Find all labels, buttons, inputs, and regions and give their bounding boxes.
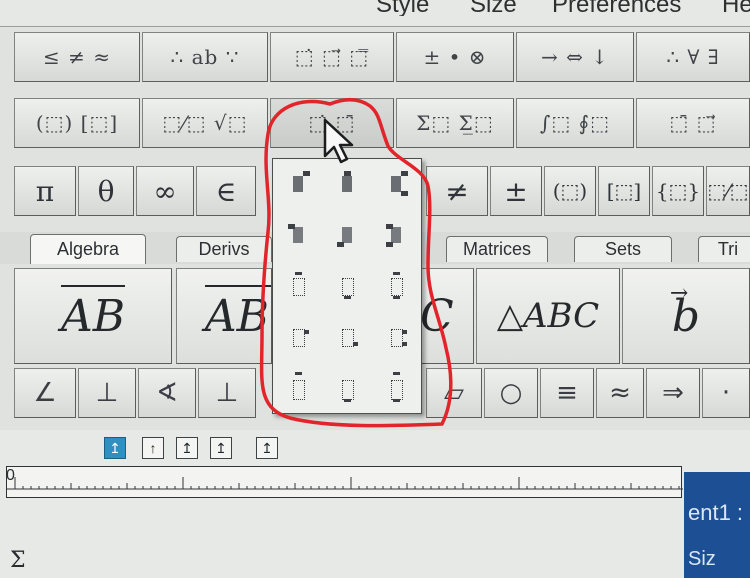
perpendicular-angle-button[interactable]: ⊥ <box>78 368 136 418</box>
fractions-radicals-palette-button[interactable]: ⬚⁄⬚ √⬚ <box>142 98 268 148</box>
template-box-under-1[interactable] <box>273 362 322 413</box>
template-dot-upper-center[interactable] <box>322 159 371 210</box>
vector-ab-template-button[interactable]: AB <box>14 268 172 364</box>
parallelogram-symbol-button[interactable]: ▱ <box>426 368 482 418</box>
brackets-template-button[interactable]: [⬚] <box>598 166 650 216</box>
angle-symbol-button[interactable]: ∠ <box>14 368 76 418</box>
menu-size[interactable]: Size <box>470 0 517 16</box>
tab-trig[interactable]: Tri <box>698 236 750 262</box>
infinity-symbol-button[interactable]: ∞ <box>136 166 194 216</box>
arrows-palette-button[interactable]: → ⇔ ↓ <box>516 32 634 82</box>
template-dot-mid-left[interactable] <box>273 210 322 261</box>
triangle-abc-template-button[interactable]: △ABC <box>476 268 620 364</box>
right-arrow-icon: → <box>669 280 689 306</box>
menu-style[interactable]: Style <box>376 0 429 16</box>
template-box-under-2[interactable] <box>322 362 371 413</box>
vector-ab-left-glyph: AB <box>204 284 271 342</box>
vector-ab-left-label: AB <box>204 290 269 342</box>
vector-b-glyph: → b <box>670 281 700 342</box>
theta-symbol-button[interactable]: θ <box>78 166 134 216</box>
spaces-ellipses-palette-button[interactable]: ∴ ab ∵ <box>142 32 268 82</box>
template-box-lower-double[interactable] <box>372 311 421 362</box>
template-box-outline-3[interactable] <box>372 261 421 312</box>
tab-sets[interactable]: Sets <box>574 236 672 262</box>
measured-angle-button[interactable]: ∢ <box>138 368 196 418</box>
menu-bar: Style Size Preferences He <box>0 0 750 27</box>
fences-palette-button[interactable]: (⬚) [⬚] <box>14 98 140 148</box>
braces-template-button[interactable]: {⬚} <box>652 166 704 216</box>
tab-derivs[interactable]: Derivs <box>176 236 272 262</box>
tab-algebra[interactable]: Algebra <box>30 234 146 264</box>
plus-minus-symbol-button[interactable]: ± <box>490 166 542 216</box>
circle-symbol-button[interactable]: ○ <box>484 368 538 418</box>
align-button-5[interactable]: ↥ <box>256 437 278 459</box>
ruler-zero-label: 0 <box>6 467 15 484</box>
template-dot-mid-center[interactable] <box>322 210 371 261</box>
vector-b-template-button[interactable]: → b <box>622 268 750 364</box>
template-dot-mid-double[interactable] <box>372 210 421 261</box>
congruent-symbol-button[interactable]: ≡ <box>540 368 594 418</box>
document-title: ent1 : <box>688 500 744 525</box>
arc-c-label: C <box>420 290 454 342</box>
template-box-lower-center[interactable] <box>322 311 371 362</box>
perpendicular-symbol-button[interactable]: ⊥ <box>198 368 256 418</box>
vector-ab-left-template-button[interactable]: AB <box>176 268 272 364</box>
pi-symbol-button[interactable]: π <box>14 166 76 216</box>
vector-ab-label: AB <box>60 290 126 342</box>
parentheses-template-button[interactable]: (⬚) <box>544 166 596 216</box>
align-button-4[interactable]: ↥ <box>210 437 232 459</box>
align-button-2[interactable]: ↑ <box>142 437 164 459</box>
menu-preferences[interactable]: Preferences <box>552 0 681 16</box>
mouse-pointer-icon <box>323 118 354 164</box>
size-label: Siz <box>688 548 716 570</box>
menu-help[interactable]: He <box>722 0 750 16</box>
ruler-ticks <box>7 477 688 490</box>
fraction-template-button[interactable]: ⬚⁄⬚ <box>706 166 750 216</box>
triangle-abc-label: △ABC <box>496 296 600 336</box>
left-arrow-overbar <box>204 284 271 287</box>
overbar <box>60 284 126 287</box>
tab-matrices[interactable]: Matrices <box>446 236 548 262</box>
ruler[interactable] <box>6 466 688 498</box>
template-dot-upper-double[interactable] <box>372 159 421 210</box>
template-dot-upper-right[interactable] <box>273 159 322 210</box>
arc-c-template-button[interactable]: C <box>420 268 474 364</box>
integrals-palette-button[interactable]: ∫⬚ ∮⬚ <box>516 98 634 148</box>
relations-palette-button[interactable]: ≤ ≠ ≈ <box>14 32 140 82</box>
element-of-symbol-button[interactable]: ∈ <box>196 166 256 216</box>
template-box-outline-1[interactable] <box>273 261 322 312</box>
template-box-under-3[interactable] <box>372 362 421 413</box>
summation-palette-button[interactable]: Σ⬚ Σ̲⬚ <box>396 98 514 148</box>
embellishments-palette-button[interactable]: ⬚̇ ⬚⃗ ⬚̿ <box>270 32 394 82</box>
align-button-1[interactable]: ↥ <box>104 437 126 459</box>
dot-symbol-button[interactable]: · <box>702 368 750 418</box>
approx-symbol-button[interactable]: ≈ <box>596 368 644 418</box>
implies-symbol-button[interactable]: ⇒ <box>646 368 700 418</box>
bars-arrows-palette-button[interactable]: ⬚̄ ⬚⃗ <box>636 98 750 148</box>
operators-palette-button[interactable]: ± • ⊗ <box>396 32 514 82</box>
template-box-outline-2[interactable] <box>322 261 371 312</box>
equation-summation-glyph: Σ <box>10 548 26 573</box>
vector-ab-glyph: AB <box>60 284 126 342</box>
align-button-3[interactable]: ↥ <box>176 437 198 459</box>
not-equal-symbol-button[interactable]: ≠ <box>426 166 488 216</box>
template-box-lower-right[interactable] <box>273 311 322 362</box>
logic-palette-button[interactable]: ∴ ∀ ∃ <box>636 32 750 82</box>
subscript-superscript-dropdown <box>272 158 422 414</box>
